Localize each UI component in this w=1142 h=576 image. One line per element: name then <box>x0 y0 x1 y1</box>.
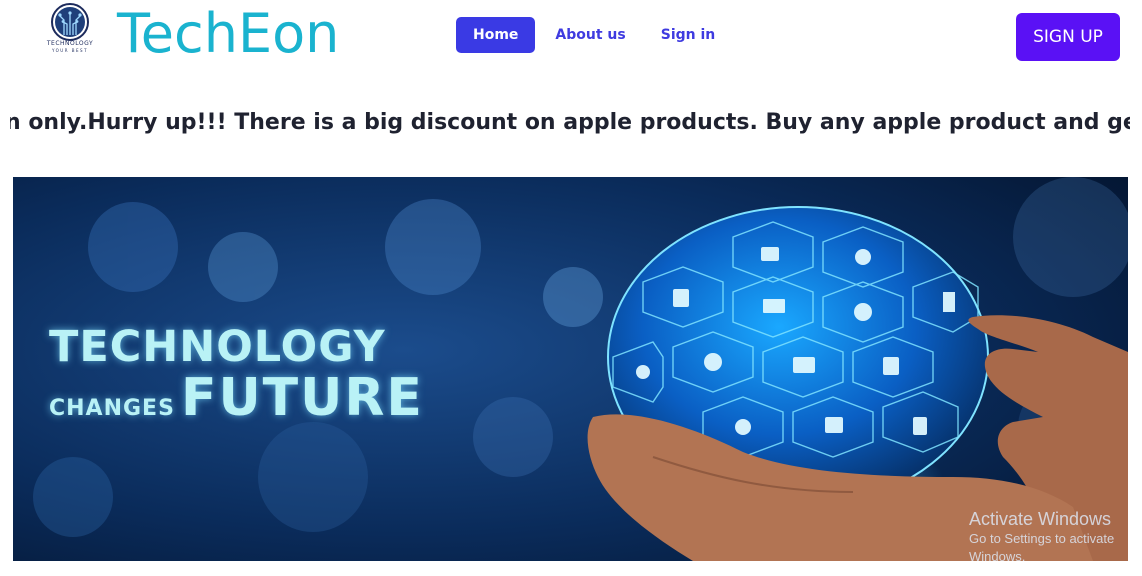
windows-activation-watermark: Activate Windows Go to Settings to activ… <box>969 508 1142 566</box>
logo-caption: TECHNOLOGY <box>46 40 94 47</box>
nav-sign-in[interactable]: Sign in <box>644 17 733 53</box>
main-nav: Home About us Sign in <box>456 17 732 53</box>
hero-banner: TECHNOLOGY CHANGES FUTURE <box>13 177 1128 561</box>
site-header: TECHNOLOGY YOUR BEST TechEon Home About … <box>0 0 1142 76</box>
announcement-marquee: n only.Hurry up!!! There is a big discou… <box>10 104 1130 144</box>
banner-headline: TECHNOLOGY CHANGES FUTURE <box>49 323 424 425</box>
nav-home[interactable]: Home <box>456 17 536 53</box>
sign-up-button[interactable]: SIGN UP <box>1016 13 1120 61</box>
logo-subcaption: YOUR BEST <box>51 48 89 53</box>
banner-word-changes: CHANGES <box>49 396 175 421</box>
nav-about-us[interactable]: About us <box>538 17 642 53</box>
watermark-title: Activate Windows <box>969 509 1112 529</box>
banner-word-future: FUTURE <box>180 368 424 428</box>
announcement-text: n only.Hurry up!!! There is a big discou… <box>10 110 1130 135</box>
watermark-subtitle: Go to Settings to activate Windows. <box>969 531 1115 564</box>
banner-line-2: CHANGES FUTURE <box>49 371 424 425</box>
banner-line-technology: TECHNOLOGY <box>49 322 386 372</box>
brand-name[interactable]: TechEon <box>117 2 339 66</box>
